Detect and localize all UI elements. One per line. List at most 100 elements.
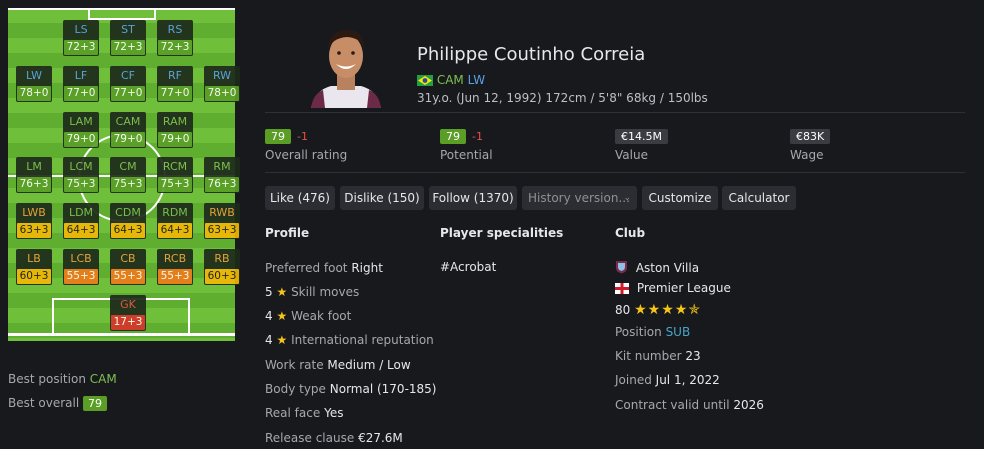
speciality-tag[interactable]: #Acrobat: [440, 260, 496, 274]
position-rating: 77+0: [111, 86, 145, 101]
potential-label: Potential: [440, 148, 493, 162]
position-rdm[interactable]: RDM 64+3: [157, 203, 193, 239]
position-lb[interactable]: LB 60+3: [16, 249, 52, 285]
real-face-value: Yes: [324, 406, 344, 420]
value-label: Value: [615, 148, 648, 162]
position-rw[interactable]: RW 78+0: [204, 66, 240, 102]
history-version-select[interactable]: History version... ⌄: [522, 186, 637, 210]
position-cam[interactable]: CAM 79+0: [110, 112, 146, 148]
player-position-lw[interactable]: LW: [468, 73, 485, 87]
position-rating: 55+3: [64, 269, 98, 284]
position-name: LCM: [69, 160, 93, 173]
position-rating: 77+0: [64, 86, 98, 101]
position-rating: 72+3: [158, 40, 192, 55]
position-lm[interactable]: LM 76+3: [16, 157, 52, 193]
wage-badge: €83K: [790, 129, 831, 144]
position-rf[interactable]: RF 77+0: [157, 66, 193, 102]
position-st[interactable]: ST 72+3: [110, 20, 146, 56]
release-clause-label: Release clause: [265, 431, 355, 445]
position-ram[interactable]: RAM 79+0: [157, 112, 193, 148]
position-lam[interactable]: LAM 79+0: [63, 112, 99, 148]
player-position-cam[interactable]: CAM: [437, 73, 464, 87]
speciality-acrobat[interactable]: #Acrobat: [440, 260, 496, 274]
club-name-row: Aston Villa: [615, 260, 699, 277]
position-name: LAM: [69, 115, 93, 128]
position-rating: 77+0: [158, 86, 192, 101]
best-overall-label: Best overall: [8, 396, 80, 410]
club-position-value[interactable]: SUB: [666, 325, 691, 339]
position-rating: 64+3: [111, 223, 145, 238]
brazil-flag-icon: [417, 75, 433, 89]
position-name: LF: [74, 69, 88, 82]
work-rate: Work rate Medium / Low: [265, 358, 411, 372]
position-ldm[interactable]: LDM 64+3: [63, 203, 99, 239]
weak-foot-value: 4: [265, 309, 273, 323]
calculator-button[interactable]: Calculator: [722, 186, 796, 210]
club-rating-stars-icon: ★★★★✯: [634, 302, 702, 318]
position-name: RM: [213, 160, 231, 173]
position-rcb[interactable]: RCB 55+3: [157, 249, 193, 285]
reputation-label: International reputation: [291, 333, 434, 347]
position-name: LS: [74, 23, 88, 36]
value-badge: €14.5M: [615, 129, 668, 144]
position-rating: 75+3: [64, 177, 98, 192]
customize-button[interactable]: Customize: [642, 186, 718, 210]
position-name: RW: [212, 69, 232, 82]
divider-top: [265, 112, 965, 113]
weak-foot-label: Weak foot: [291, 309, 352, 323]
league-row: Premier League: [615, 281, 731, 297]
player-positions: CAM LW: [417, 73, 485, 89]
position-rating: 55+3: [111, 269, 145, 284]
position-name: CB: [120, 252, 136, 265]
position-rating: 63+3: [17, 223, 51, 238]
like-button[interactable]: Like (476): [265, 186, 335, 210]
position-cb[interactable]: CB 55+3: [110, 249, 146, 285]
position-rating: 78+0: [17, 86, 51, 101]
star-icon: ★: [276, 333, 288, 347]
kit-number-value: 23: [685, 349, 701, 363]
position-name: RAM: [162, 115, 188, 128]
position-rating: 72+3: [111, 40, 145, 55]
position-name: LM: [26, 160, 42, 173]
position-ls[interactable]: LS 72+3: [63, 20, 99, 56]
position-lf[interactable]: LF 77+0: [63, 66, 99, 102]
position-lwb[interactable]: LWB 63+3: [16, 203, 52, 239]
best-position-value[interactable]: CAM: [90, 372, 117, 386]
chevron-down-icon: ⌄: [623, 193, 631, 203]
joined-value: Jul 1, 2022: [655, 373, 720, 387]
position-name: LDM: [68, 206, 94, 219]
position-rating: 79+0: [158, 132, 192, 147]
position-gk[interactable]: GK 17+3: [110, 295, 146, 331]
league-name[interactable]: Premier League: [637, 281, 731, 295]
position-rm[interactable]: RM 76+3: [204, 157, 240, 193]
position-rating: 75+3: [158, 177, 192, 192]
position-cf[interactable]: CF 77+0: [110, 66, 146, 102]
position-rating: 76+3: [17, 177, 51, 192]
dislike-button[interactable]: Dislike (150): [340, 186, 424, 210]
follow-button[interactable]: Follow (1370): [429, 186, 517, 210]
position-rating: 55+3: [158, 269, 192, 284]
position-rb[interactable]: RB 60+3: [204, 249, 240, 285]
position-name: RCM: [162, 160, 188, 173]
position-cdm[interactable]: CDM 64+3: [110, 203, 146, 239]
player-meta: 31y.o. (Jun 12, 1992) 172cm / 5'8" 68kg …: [417, 91, 708, 105]
position-rating: 76+3: [205, 177, 239, 192]
reputation-value: 4: [265, 333, 273, 347]
preferred-foot: Preferred foot Right: [265, 261, 383, 275]
player-name: Philippe Coutinho Correia: [417, 44, 646, 65]
position-name: RWB: [209, 206, 235, 219]
club-name[interactable]: Aston Villa: [636, 261, 699, 275]
position-rs[interactable]: RS 72+3: [157, 20, 193, 56]
position-cm[interactable]: CM 75+3: [110, 157, 146, 193]
real-face: Real face Yes: [265, 406, 343, 420]
position-lcb[interactable]: LCB 55+3: [63, 249, 99, 285]
overall-rating-label: Overall rating: [265, 148, 348, 162]
position-rcm[interactable]: RCM 75+3: [157, 157, 193, 193]
position-name: LB: [27, 252, 41, 265]
position-lcm[interactable]: LCM 75+3: [63, 157, 99, 193]
position-rating: 79+0: [64, 132, 98, 147]
wage-label: Wage: [790, 148, 824, 162]
position-lw[interactable]: LW 78+0: [16, 66, 52, 102]
position-rwb[interactable]: RWB 63+3: [204, 203, 240, 239]
potential-diff: -1: [472, 130, 483, 143]
